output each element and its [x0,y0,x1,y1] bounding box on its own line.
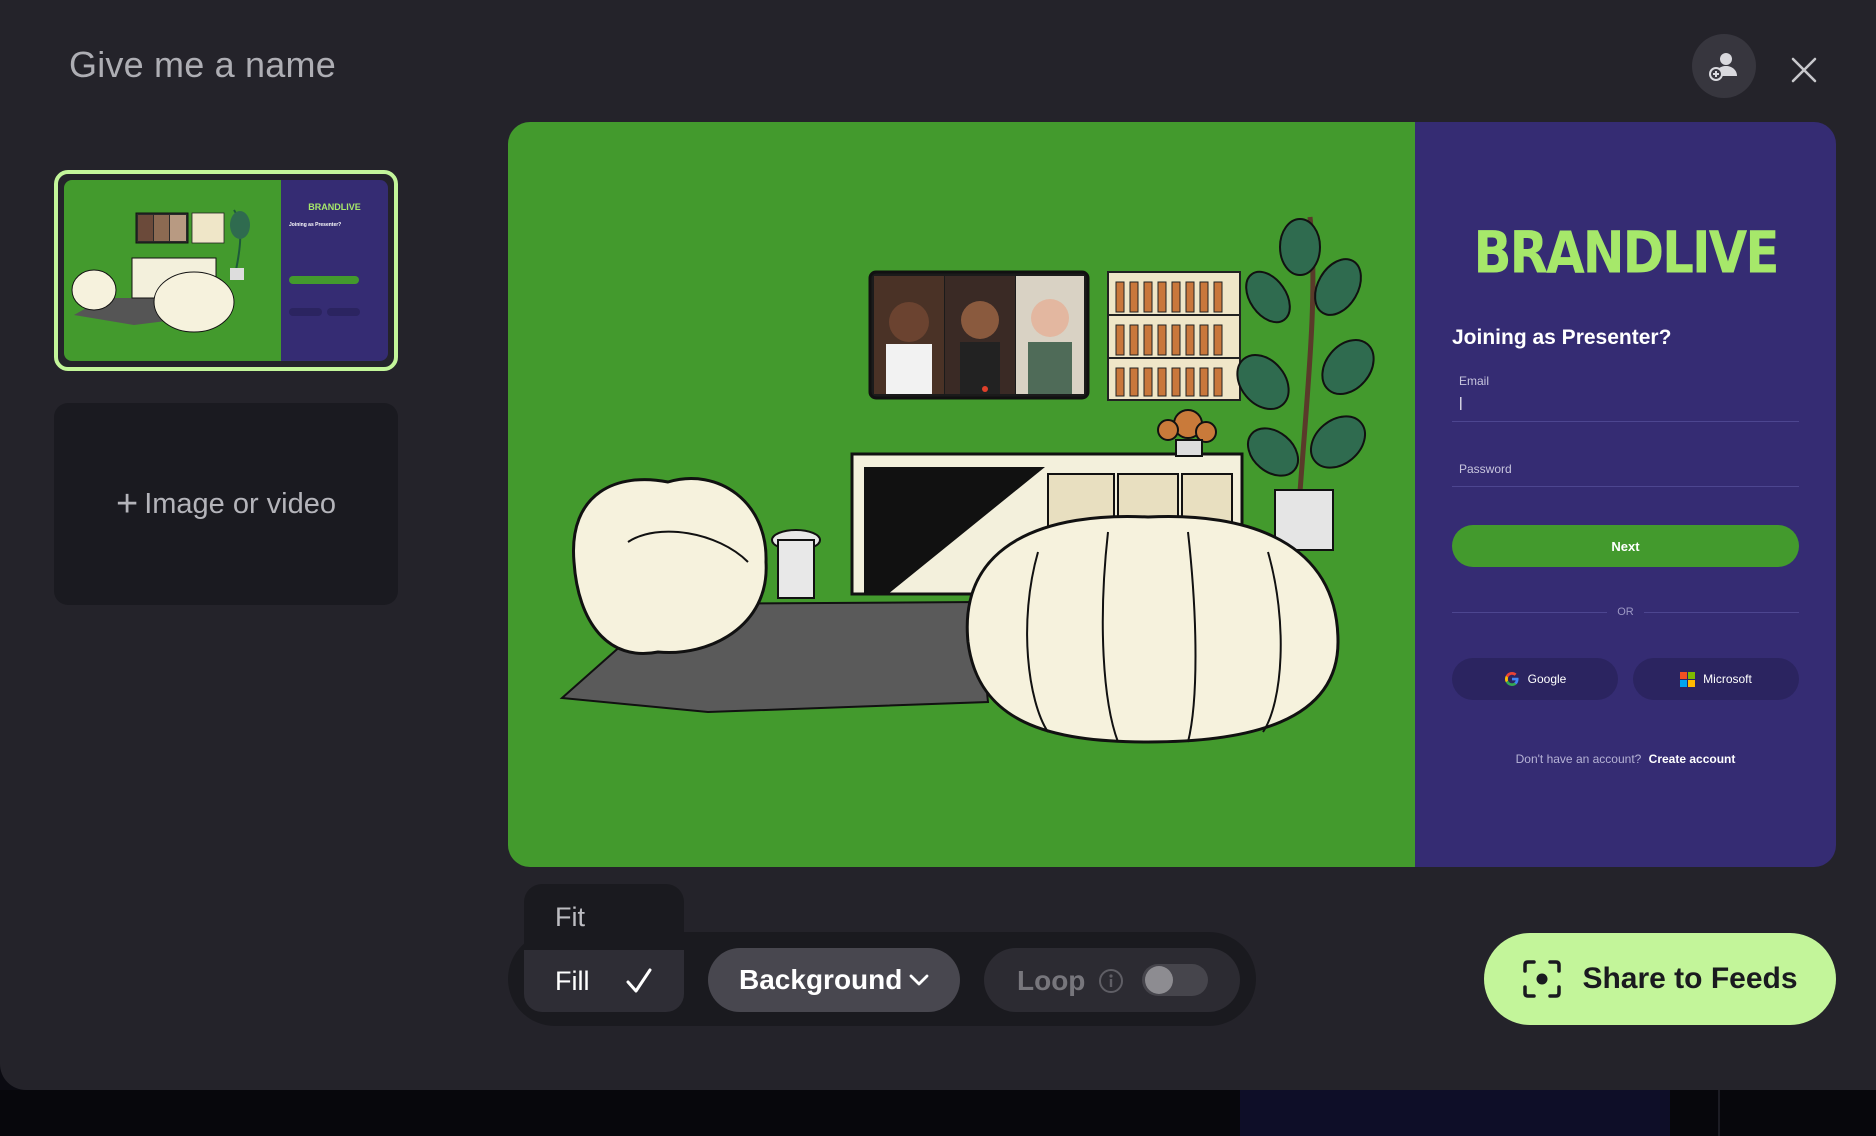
microsoft-label: Microsoft [1703,672,1752,686]
media-preview: BRANDLIVE Joining as Presenter? Email | … [508,122,1836,867]
share-to-feeds-button[interactable]: Share to Feeds [1484,933,1836,1025]
loop-control: Loop [984,948,1240,1012]
create-account-link[interactable]: Create account [1649,752,1736,766]
or-divider: OR [1452,604,1799,620]
no-account-text: Don't have an account? [1515,752,1642,766]
loop-label: Loop [1017,965,1086,996]
close-icon [1791,57,1817,83]
share-label: Share to Feeds [1582,962,1798,995]
email-label: Email [1459,374,1490,388]
add-media-label: Image or video [144,487,337,520]
background-label: Background [739,964,903,995]
fill-label: Fill [555,965,590,996]
email-underline [1452,421,1799,422]
next-button[interactable]: Next [1452,525,1799,567]
thumbnail-brand: BRANDLIVE [308,202,361,212]
login-heading: Joining as Presenter? [1452,326,1672,349]
media-dialog: Give me a name BRANDLIVE Joining as Pres… [0,0,1876,1090]
plus-icon: + [115,482,139,525]
invite-button[interactable] [1692,34,1756,98]
dialog-title[interactable]: Give me a name [69,44,336,86]
person-add-icon [1709,53,1737,81]
microsoft-icon [1680,671,1696,687]
google-icon [1504,672,1519,686]
add-image-or-video-button[interactable]: + Image or video [54,403,398,605]
password-label: Password [1459,462,1512,476]
backdrop-divider [1718,1090,1720,1136]
close-button[interactable] [1784,50,1824,90]
signup-row: Don't have an account? Create account [1415,752,1836,766]
backdrop-strip [0,1090,1876,1136]
password-field[interactable] [1452,486,1799,487]
brandlive-logo: BRANDLIVE [1473,219,1780,287]
login-panel: BRANDLIVE Joining as Presenter? Email | … [1415,122,1836,867]
email-field[interactable]: | [1459,394,1463,410]
toggle-knob [1145,966,1173,994]
info-icon[interactable] [1098,968,1124,994]
fit-label: Fit [555,901,585,932]
scale-option-fill[interactable]: Fill [524,950,684,1012]
backdrop-panel [1240,1090,1670,1136]
focus-capture-icon [1523,960,1562,998]
microsoft-signin-button[interactable]: Microsoft [1633,658,1799,700]
chevron-down-icon [909,974,929,986]
thumbnail-login-panel: BRANDLIVE Joining as Presenter? [281,180,388,361]
loop-toggle[interactable] [1142,964,1208,996]
thumbnail-image: BRANDLIVE Joining as Presenter? [64,180,388,361]
background-dropdown[interactable]: Background [708,948,960,1012]
checkmark-icon [626,968,652,993]
google-signin-button[interactable]: Google [1452,658,1618,700]
lounge-scene-illustration [508,122,1415,867]
media-thumbnail-selected[interactable]: BRANDLIVE Joining as Presenter? [54,170,398,371]
google-label: Google [1527,672,1567,686]
thumbnail-heading: Joining as Presenter? [289,222,342,228]
or-label: OR [1617,606,1634,618]
scale-option-fit[interactable]: Fit [524,884,684,950]
thumbnail-scene [64,180,281,361]
